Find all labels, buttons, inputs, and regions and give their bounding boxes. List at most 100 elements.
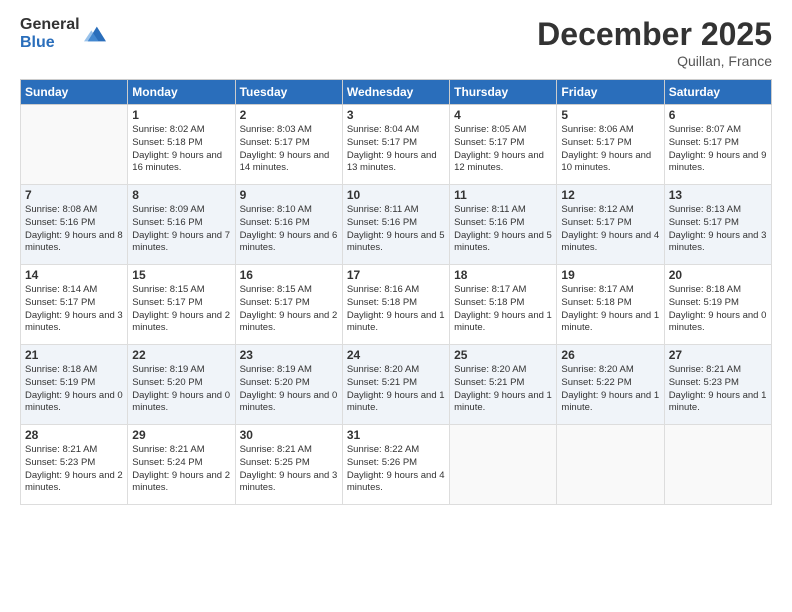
day-number: 19 xyxy=(561,268,659,282)
calendar-cell: 9 Sunrise: 8:10 AMSunset: 5:16 PMDaylight… xyxy=(235,185,342,265)
day-number: 6 xyxy=(669,108,767,122)
weekday-header: Sunday xyxy=(21,80,128,105)
month-title: December 2025 xyxy=(537,16,772,53)
calendar-cell: 1 Sunrise: 8:02 AMSunset: 5:18 PMDaylight… xyxy=(128,105,235,185)
day-number: 4 xyxy=(454,108,552,122)
calendar-week-row: 28Sunrise: 8:21 AMSunset: 5:23 PMDayligh… xyxy=(21,425,772,505)
calendar-cell: 5Sunrise: 8:06 AMSunset: 5:17 PMDaylight… xyxy=(557,105,664,185)
cell-info: Sunrise: 8:14 AMSunset: 5:17 PMDaylight:… xyxy=(25,284,123,335)
calendar-week-row: 14 Sunrise: 8:14 AMSunset: 5:17 PMDayligh… xyxy=(21,265,772,345)
calendar-cell xyxy=(450,425,557,505)
cell-info: Sunrise: 8:19 AMSunset: 5:20 PMDaylight:… xyxy=(132,364,230,415)
cell-info: Sunrise: 8:22 AMSunset: 5:26 PMDaylight:… xyxy=(347,444,445,495)
day-number: 31 xyxy=(347,428,445,442)
day-number: 10 xyxy=(347,188,445,202)
day-number: 8 xyxy=(132,188,230,202)
cell-info: Sunrise: 8:18 AMSunset: 5:19 PMDaylight:… xyxy=(669,284,767,335)
calendar-cell: 28Sunrise: 8:21 AMSunset: 5:23 PMDayligh… xyxy=(21,425,128,505)
day-number: 16 xyxy=(240,268,338,282)
cell-info: Sunrise: 8:16 AMSunset: 5:18 PMDaylight:… xyxy=(347,284,445,335)
cell-info: Sunrise: 8:20 AMSunset: 5:22 PMDaylight:… xyxy=(561,364,659,415)
calendar-cell: 25 Sunrise: 8:20 AMSunset: 5:21 PMDayligh… xyxy=(450,345,557,425)
day-number: 14 xyxy=(25,268,123,282)
calendar-cell: 18 Sunrise: 8:17 AMSunset: 5:18 PMDayligh… xyxy=(450,265,557,345)
weekday-header: Saturday xyxy=(664,80,771,105)
day-number: 12 xyxy=(561,188,659,202)
day-number: 28 xyxy=(25,428,123,442)
calendar-cell xyxy=(21,105,128,185)
weekday-header: Monday xyxy=(128,80,235,105)
calendar-cell: 6Sunrise: 8:07 AMSunset: 5:17 PMDaylight… xyxy=(664,105,771,185)
weekday-header: Thursday xyxy=(450,80,557,105)
calendar-cell: 15 Sunrise: 8:15 AMSunset: 5:17 PMDayligh… xyxy=(128,265,235,345)
day-number: 15 xyxy=(132,268,230,282)
day-number: 18 xyxy=(454,268,552,282)
calendar-cell: 12 Sunrise: 8:12 AMSunset: 5:17 PMDayligh… xyxy=(557,185,664,265)
day-number: 25 xyxy=(454,348,552,362)
weekday-header: Friday xyxy=(557,80,664,105)
calendar-week-row: 7Sunrise: 8:08 AMSunset: 5:16 PMDaylight… xyxy=(21,185,772,265)
day-number: 27 xyxy=(669,348,767,362)
calendar-cell: 29 Sunrise: 8:21 AMSunset: 5:24 PMDayligh… xyxy=(128,425,235,505)
logo-icon xyxy=(84,23,106,45)
calendar-cell: 4 Sunrise: 8:05 AMSunset: 5:17 PMDaylight… xyxy=(450,105,557,185)
logo-blue: Blue xyxy=(20,34,80,52)
cell-info: Sunrise: 8:21 AMSunset: 5:23 PMDaylight:… xyxy=(669,364,767,415)
weekday-header: Tuesday xyxy=(235,80,342,105)
calendar-cell: 30 Sunrise: 8:21 AMSunset: 5:25 PMDayligh… xyxy=(235,425,342,505)
cell-info: Sunrise: 8:02 AMSunset: 5:18 PMDaylight:… xyxy=(132,124,230,175)
calendar-cell: 21Sunrise: 8:18 AMSunset: 5:19 PMDayligh… xyxy=(21,345,128,425)
calendar-cell: 26Sunrise: 8:20 AMSunset: 5:22 PMDayligh… xyxy=(557,345,664,425)
cell-info: Sunrise: 8:10 AMSunset: 5:16 PMDaylight:… xyxy=(240,204,338,255)
calendar-cell: 27 Sunrise: 8:21 AMSunset: 5:23 PMDayligh… xyxy=(664,345,771,425)
calendar-week-row: 21Sunrise: 8:18 AMSunset: 5:19 PMDayligh… xyxy=(21,345,772,425)
cell-info: Sunrise: 8:15 AMSunset: 5:17 PMDaylight:… xyxy=(132,284,230,335)
cell-info: Sunrise: 8:21 AMSunset: 5:24 PMDaylight:… xyxy=(132,444,230,495)
calendar-week-row: 1 Sunrise: 8:02 AMSunset: 5:18 PMDaylight… xyxy=(21,105,772,185)
calendar-cell: 13 Sunrise: 8:13 AMSunset: 5:17 PMDayligh… xyxy=(664,185,771,265)
calendar-cell xyxy=(557,425,664,505)
calendar-cell: 2Sunrise: 8:03 AMSunset: 5:17 PMDaylight… xyxy=(235,105,342,185)
header: General Blue December 2025 Quillan, Fran… xyxy=(20,16,772,69)
calendar-cell: 3Sunrise: 8:04 AMSunset: 5:17 PMDaylight… xyxy=(342,105,449,185)
day-number: 11 xyxy=(454,188,552,202)
day-number: 1 xyxy=(132,108,230,122)
cell-info: Sunrise: 8:15 AMSunset: 5:17 PMDaylight:… xyxy=(240,284,338,335)
calendar-cell: 17 Sunrise: 8:16 AMSunset: 5:18 PMDayligh… xyxy=(342,265,449,345)
calendar-cell: 10 Sunrise: 8:11 AMSunset: 5:16 PMDayligh… xyxy=(342,185,449,265)
calendar-cell: 8 Sunrise: 8:09 AMSunset: 5:16 PMDaylight… xyxy=(128,185,235,265)
cell-info: Sunrise: 8:17 AMSunset: 5:18 PMDaylight:… xyxy=(454,284,552,335)
cell-info: Sunrise: 8:04 AMSunset: 5:17 PMDaylight:… xyxy=(347,124,445,175)
day-number: 13 xyxy=(669,188,767,202)
cell-info: Sunrise: 8:09 AMSunset: 5:16 PMDaylight:… xyxy=(132,204,230,255)
cell-info: Sunrise: 8:12 AMSunset: 5:17 PMDaylight:… xyxy=(561,204,659,255)
calendar-cell: 19Sunrise: 8:17 AMSunset: 5:18 PMDayligh… xyxy=(557,265,664,345)
day-number: 30 xyxy=(240,428,338,442)
calendar-cell: 7Sunrise: 8:08 AMSunset: 5:16 PMDaylight… xyxy=(21,185,128,265)
cell-info: Sunrise: 8:21 AMSunset: 5:25 PMDaylight:… xyxy=(240,444,338,495)
title-area: December 2025 Quillan, France xyxy=(537,16,772,69)
day-number: 29 xyxy=(132,428,230,442)
calendar-cell: 16 Sunrise: 8:15 AMSunset: 5:17 PMDayligh… xyxy=(235,265,342,345)
day-number: 23 xyxy=(240,348,338,362)
day-number: 21 xyxy=(25,348,123,362)
day-number: 9 xyxy=(240,188,338,202)
calendar-cell: 20 Sunrise: 8:18 AMSunset: 5:19 PMDayligh… xyxy=(664,265,771,345)
page: General Blue December 2025 Quillan, Fran… xyxy=(0,0,792,612)
calendar-cell: 23Sunrise: 8:19 AMSunset: 5:20 PMDayligh… xyxy=(235,345,342,425)
day-number: 7 xyxy=(25,188,123,202)
cell-info: Sunrise: 8:13 AMSunset: 5:17 PMDaylight:… xyxy=(669,204,767,255)
day-number: 17 xyxy=(347,268,445,282)
logo: General Blue xyxy=(20,16,106,51)
cell-info: Sunrise: 8:11 AMSunset: 5:16 PMDaylight:… xyxy=(347,204,445,255)
calendar-header-row: SundayMondayTuesdayWednesdayThursdayFrid… xyxy=(21,80,772,105)
day-number: 5 xyxy=(561,108,659,122)
cell-info: Sunrise: 8:20 AMSunset: 5:21 PMDaylight:… xyxy=(454,364,552,415)
day-number: 20 xyxy=(669,268,767,282)
logo-text: General Blue xyxy=(20,16,80,51)
day-number: 24 xyxy=(347,348,445,362)
calendar-cell xyxy=(664,425,771,505)
cell-info: Sunrise: 8:11 AMSunset: 5:16 PMDaylight:… xyxy=(454,204,552,255)
cell-info: Sunrise: 8:20 AMSunset: 5:21 PMDaylight:… xyxy=(347,364,445,415)
cell-info: Sunrise: 8:05 AMSunset: 5:17 PMDaylight:… xyxy=(454,124,552,175)
